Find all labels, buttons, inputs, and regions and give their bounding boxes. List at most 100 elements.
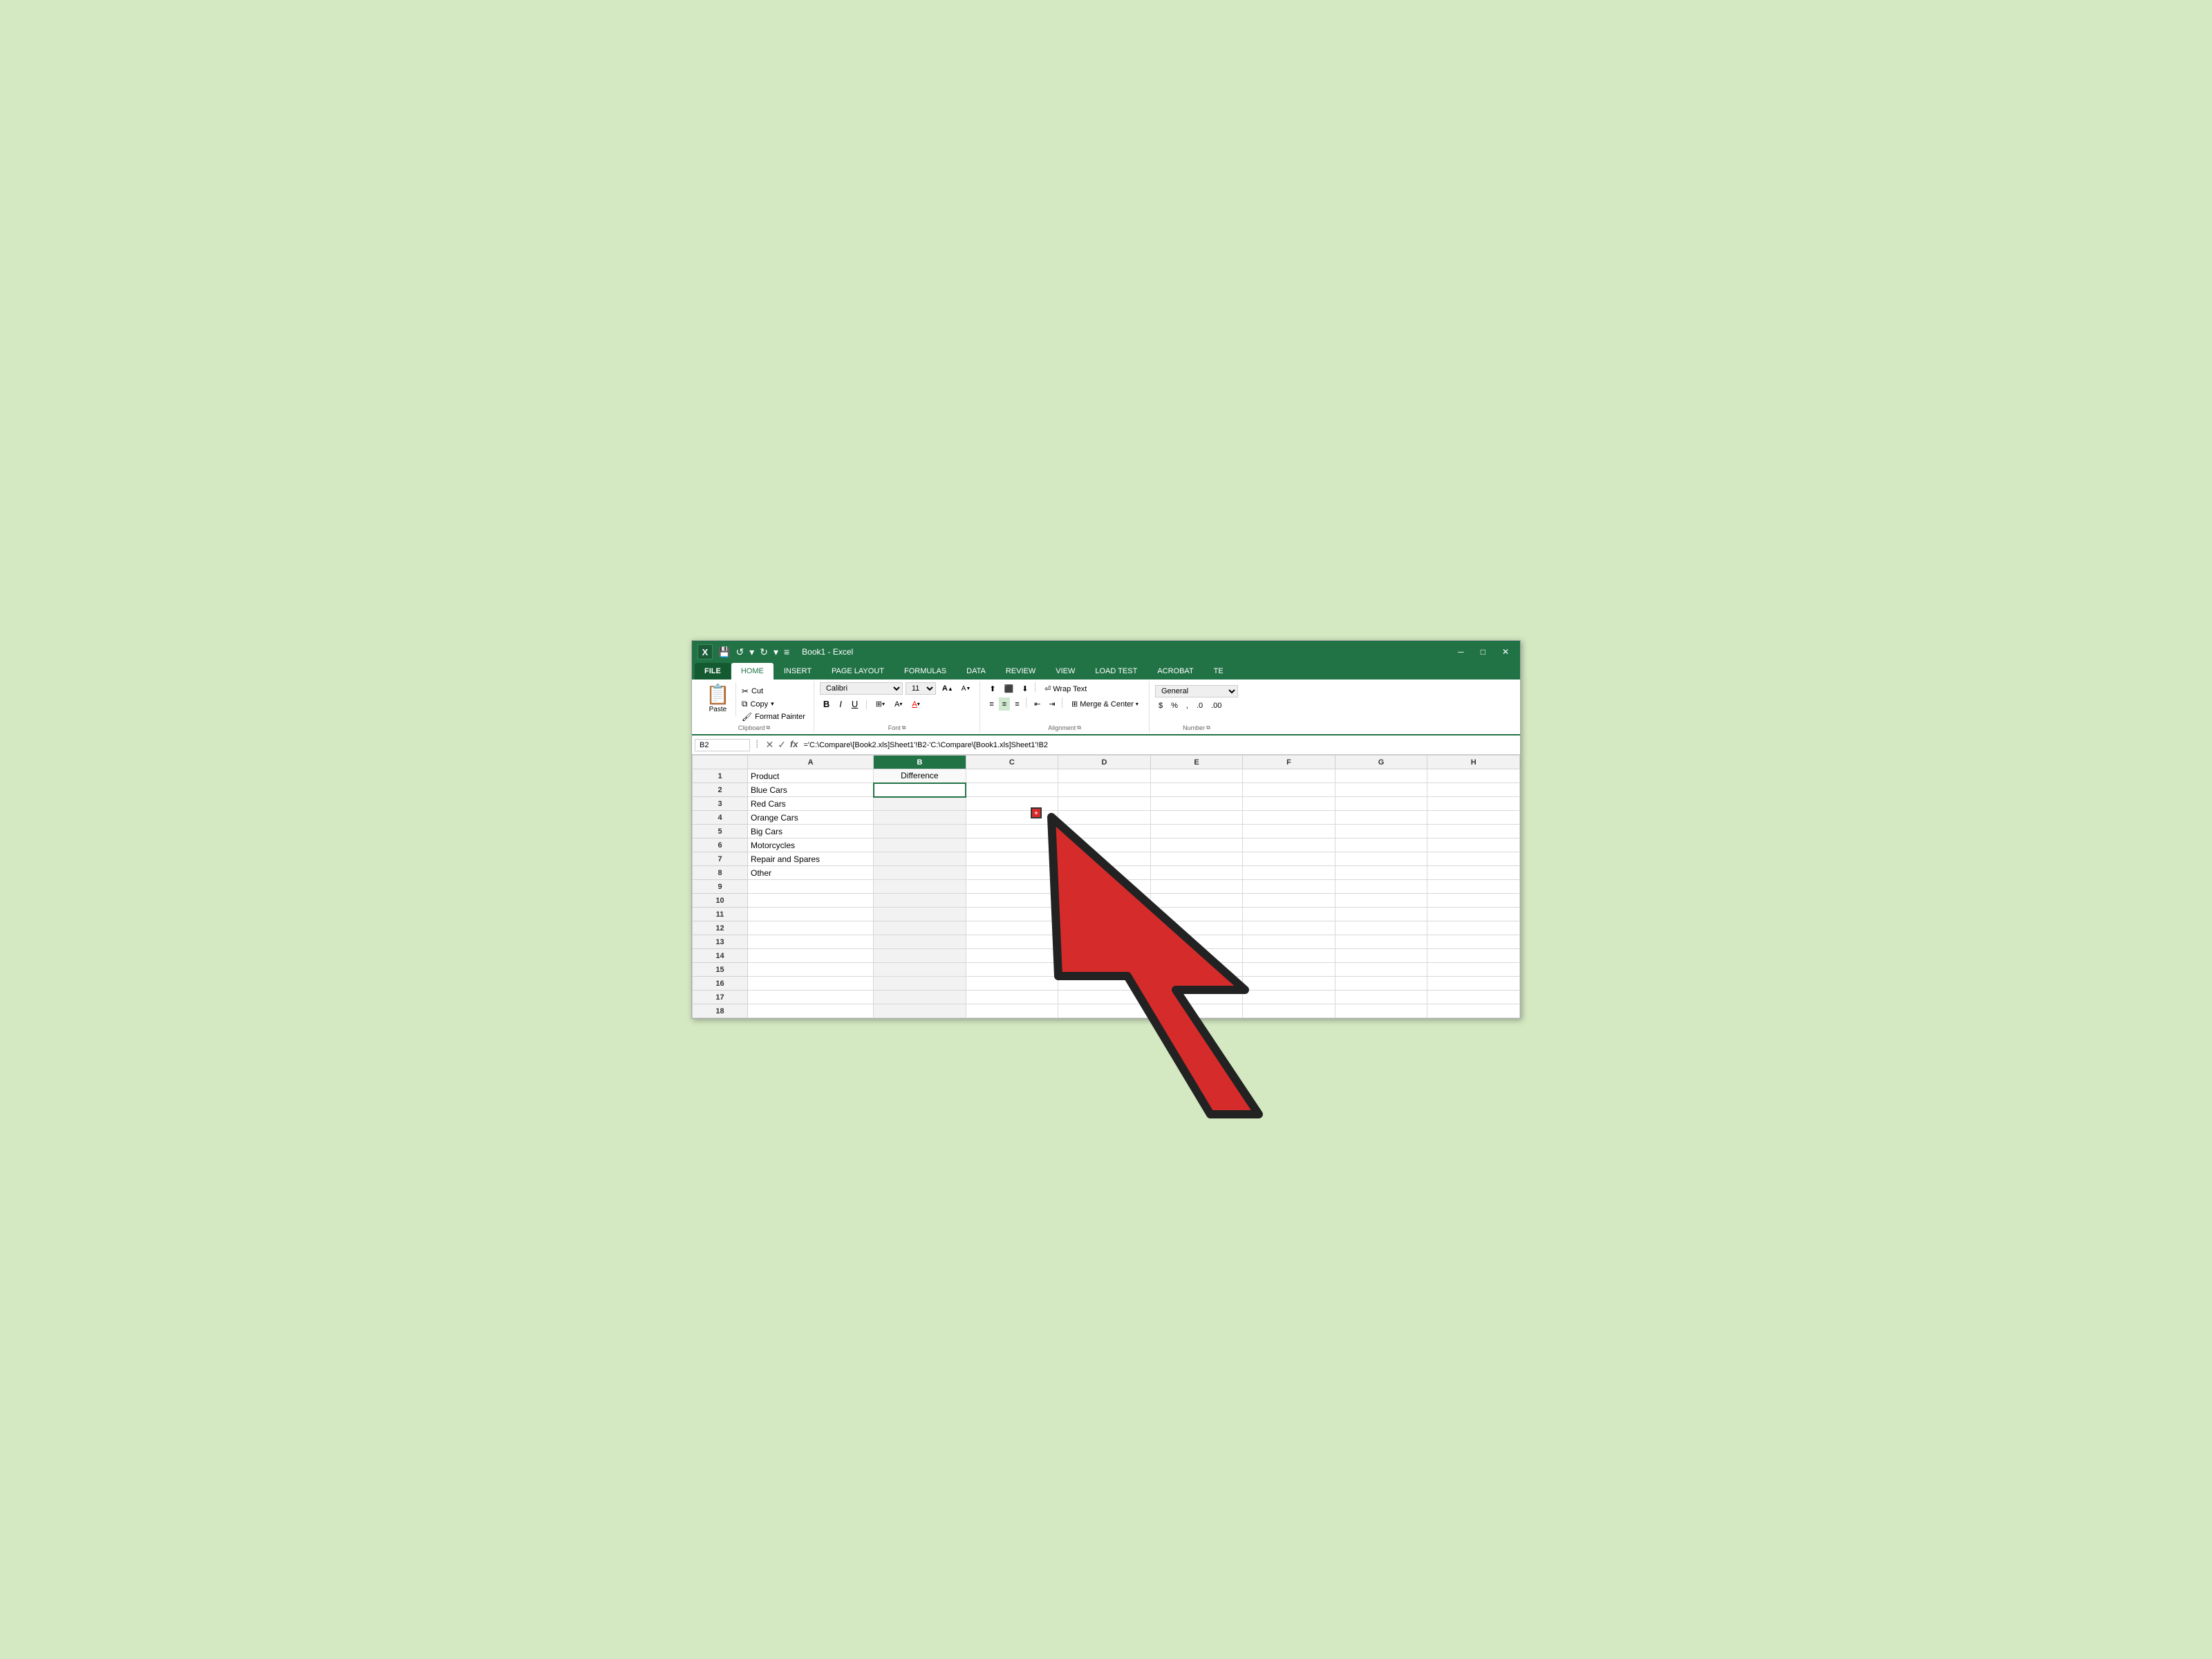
cell-b18[interactable] [874, 1004, 966, 1018]
cell-a15[interactable] [748, 963, 874, 977]
cell-c3[interactable] [966, 797, 1058, 811]
fill-handle-indicator[interactable]: + [1031, 807, 1042, 818]
cell-g10[interactable] [1335, 894, 1427, 908]
cell-b6[interactable] [874, 838, 966, 852]
maximize-btn[interactable]: □ [1475, 646, 1491, 658]
cell-f7[interactable] [1243, 852, 1335, 866]
percent-btn[interactable]: % [1168, 700, 1181, 711]
alignment-expand-icon[interactable]: ⧉ [1077, 724, 1081, 731]
cell-c15[interactable] [966, 963, 1058, 977]
cell-h10[interactable] [1427, 894, 1520, 908]
fill-color-button[interactable]: A▾ [891, 699, 906, 710]
cell-a11[interactable] [748, 908, 874, 921]
cell-g17[interactable] [1335, 991, 1427, 1004]
name-box[interactable] [695, 739, 750, 751]
cell-c8[interactable] [966, 866, 1058, 880]
accounting-btn[interactable]: $ [1155, 700, 1166, 711]
cell-b15[interactable] [874, 963, 966, 977]
cell-d2[interactable] [1058, 783, 1151, 797]
col-header-d[interactable]: D [1058, 756, 1151, 769]
cell-e17[interactable] [1150, 991, 1243, 1004]
cell-b1[interactable]: Difference [874, 769, 966, 783]
row-header-8[interactable]: 8 [693, 866, 748, 880]
cell-c17[interactable] [966, 991, 1058, 1004]
tab-te[interactable]: TE [1204, 663, 1233, 679]
number-expand-icon[interactable]: ⧉ [1206, 724, 1210, 731]
cell-g5[interactable] [1335, 825, 1427, 838]
cut-button[interactable]: ✂ Cut [739, 685, 808, 697]
cell-g3[interactable] [1335, 797, 1427, 811]
number-format-select[interactable]: General [1155, 685, 1238, 697]
format-painter-button[interactable]: 🖌 Format Painter [739, 711, 808, 723]
cell-e13[interactable] [1150, 935, 1243, 949]
cell-b11[interactable] [874, 908, 966, 921]
cell-h14[interactable] [1427, 949, 1520, 963]
cell-a9[interactable] [748, 880, 874, 894]
copy-button[interactable]: ⧉ Copy ▾ [739, 697, 808, 711]
cell-f6[interactable] [1243, 838, 1335, 852]
cell-d17[interactable] [1058, 991, 1151, 1004]
cell-a16[interactable] [748, 977, 874, 991]
tab-load-test[interactable]: LOAD TEST [1085, 663, 1147, 679]
cell-h8[interactable] [1427, 866, 1520, 880]
cell-h16[interactable] [1427, 977, 1520, 991]
align-right-btn[interactable]: ≡ [1011, 697, 1022, 711]
wrap-text-button[interactable]: ⏎ Wrap Text [1040, 682, 1091, 695]
cell-e4[interactable] [1150, 811, 1243, 825]
cell-f17[interactable] [1243, 991, 1335, 1004]
cell-h17[interactable] [1427, 991, 1520, 1004]
cell-b10[interactable] [874, 894, 966, 908]
cell-g8[interactable] [1335, 866, 1427, 880]
borders-button[interactable]: ⊞▾ [872, 698, 888, 710]
cell-g7[interactable] [1335, 852, 1427, 866]
merge-center-button[interactable]: ⊞ Merge & Center ▾ [1067, 697, 1143, 711]
row-header-3[interactable]: 3 [693, 797, 748, 811]
minimize-btn[interactable]: ─ [1452, 646, 1470, 658]
tab-file[interactable]: FILE [695, 663, 731, 679]
decrease-font-btn[interactable]: A▼ [958, 683, 975, 694]
close-btn[interactable]: ✕ [1497, 646, 1515, 658]
col-header-g[interactable]: G [1335, 756, 1427, 769]
undo-dropdown-btn[interactable]: ▾ [748, 646, 756, 658]
align-left-btn[interactable]: ≡ [986, 697, 997, 711]
cell-d14[interactable] [1058, 949, 1151, 963]
cell-d10[interactable] [1058, 894, 1151, 908]
col-header-b[interactable]: B [874, 756, 966, 769]
cell-h4[interactable] [1427, 811, 1520, 825]
bold-button[interactable]: B [820, 697, 833, 711]
italic-button[interactable]: I [836, 697, 845, 711]
cell-g11[interactable] [1335, 908, 1427, 921]
align-center-btn[interactable]: ≡ [999, 697, 1010, 711]
row-header-16[interactable]: 16 [693, 977, 748, 991]
cell-d1[interactable] [1058, 769, 1151, 783]
row-header-9[interactable]: 9 [693, 880, 748, 894]
cell-h3[interactable] [1427, 797, 1520, 811]
cell-e18[interactable] [1150, 1004, 1243, 1018]
cell-g16[interactable] [1335, 977, 1427, 991]
tab-review[interactable]: REVIEW [996, 663, 1045, 679]
cell-f15[interactable] [1243, 963, 1335, 977]
align-top-btn[interactable]: ⬆ [986, 682, 999, 695]
font-color-button[interactable]: A▾ [908, 699, 923, 710]
copy-dropdown-icon[interactable]: ▾ [771, 700, 774, 708]
cell-g1[interactable] [1335, 769, 1427, 783]
cell-a13[interactable] [748, 935, 874, 949]
cell-f16[interactable] [1243, 977, 1335, 991]
cell-f1[interactable] [1243, 769, 1335, 783]
cell-g15[interactable] [1335, 963, 1427, 977]
cell-f14[interactable] [1243, 949, 1335, 963]
cell-f3[interactable] [1243, 797, 1335, 811]
cell-g13[interactable] [1335, 935, 1427, 949]
save-quick-btn[interactable]: 💾 [717, 646, 731, 658]
cell-c5[interactable] [966, 825, 1058, 838]
col-header-f[interactable]: F [1243, 756, 1335, 769]
increase-decimal-btn[interactable]: .00 [1208, 700, 1225, 711]
align-bottom-btn[interactable]: ⬇ [1018, 682, 1031, 695]
cell-c14[interactable] [966, 949, 1058, 963]
cell-h18[interactable] [1427, 1004, 1520, 1018]
cell-f18[interactable] [1243, 1004, 1335, 1018]
cell-c11[interactable] [966, 908, 1058, 921]
font-family-select[interactable]: Calibri [820, 682, 903, 695]
cell-c13[interactable] [966, 935, 1058, 949]
cell-e16[interactable] [1150, 977, 1243, 991]
